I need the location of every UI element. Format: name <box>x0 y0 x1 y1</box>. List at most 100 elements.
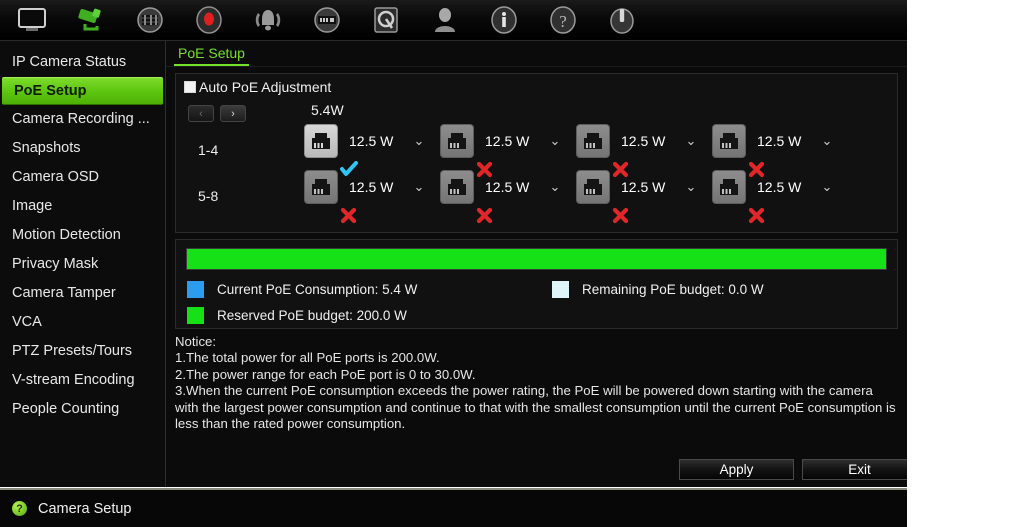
port-cell-5: 12.5 W ⌄ <box>304 170 440 224</box>
tab-poe-setup[interactable]: PoE Setup <box>174 45 249 66</box>
user-icon[interactable] <box>427 4 463 36</box>
port-power-value: 12.5 W <box>349 179 394 195</box>
sidebar-item-label: PoE Setup <box>14 83 87 99</box>
sidebar-item-label: Privacy Mask <box>12 256 99 272</box>
poe-port-configuration-section: Auto PoE Adjustment ‹ › 1-4 5-8 5.4W 12.… <box>175 73 898 233</box>
port-row-label-5-8: 5-8 <box>198 188 219 204</box>
sidebar-item-ptz-presets-tours[interactable]: PTZ Presets/Tours <box>0 337 165 366</box>
sidebar-item-poe-setup[interactable]: PoE Setup <box>2 77 163 105</box>
main-toolbar: ? <box>0 0 907 41</box>
port-cell-8: 12.5 W ⌄ <box>712 170 848 224</box>
notice-block: Notice: 1.The total power for all PoE po… <box>175 334 898 432</box>
port-jack-disconnected-icon[interactable] <box>440 124 493 178</box>
sidebar-item-label: People Counting <box>12 401 120 417</box>
port-row-1: 12.5 W ⌄ 12.5 W ⌄ 12.5 W ⌄ 12.5 W ⌄ <box>304 124 848 178</box>
sidebar-item-label: IP Camera Status <box>12 54 127 70</box>
notice-line-1: 1.The total power for all PoE ports is 2… <box>175 350 440 366</box>
sidebar-item-snapshots[interactable]: Snapshots <box>0 134 165 163</box>
chevron-down-icon[interactable]: ⌄ <box>821 180 833 193</box>
legend-label: Remaining PoE budget: 0.0 W <box>582 282 764 297</box>
sidebar-item-label: PTZ Presets/Tours <box>12 343 133 359</box>
sidebar-item-privacy-mask[interactable]: Privacy Mask <box>0 250 165 279</box>
action-button-bar: Apply Exit <box>166 459 917 481</box>
poe-setup-screen: ? IP Camera Status PoE Setup Camera Reco… <box>0 0 1023 527</box>
sidebar-item-label: V-stream Encoding <box>12 372 135 388</box>
port-jack-disconnected-icon[interactable] <box>712 124 765 178</box>
sidebar-item-camera-tamper[interactable]: Camera Tamper <box>0 279 165 308</box>
legend-swatch <box>551 280 570 299</box>
sidebar-item-label: Camera Recording ... <box>12 111 150 127</box>
prev-page-button[interactable]: ‹ <box>188 105 214 122</box>
record-icon[interactable] <box>191 4 227 36</box>
chevron-down-icon[interactable]: ⌄ <box>685 180 697 193</box>
help-icon[interactable]: ? <box>545 4 581 36</box>
port-jack-disconnected-icon[interactable] <box>304 170 357 224</box>
config-icon[interactable] <box>132 4 168 36</box>
chevron-down-icon[interactable]: ⌄ <box>413 180 425 193</box>
content-area: PoE Setup Auto PoE Adjustment ‹ › 1-4 5-… <box>166 41 917 487</box>
hdd-icon[interactable] <box>368 4 404 36</box>
port-cell-6: 12.5 W ⌄ <box>440 170 576 224</box>
sidebar-item-image[interactable]: Image <box>0 192 165 221</box>
port-jack-disconnected-icon[interactable] <box>712 170 765 224</box>
port-page-nav: ‹ › <box>188 105 246 122</box>
port-jack-disconnected-icon[interactable] <box>440 170 493 224</box>
camera-icon[interactable] <box>73 4 109 36</box>
sidebar-item-camera-recording[interactable]: Camera Recording ... <box>0 105 165 134</box>
legend-swatch <box>186 280 205 299</box>
monitor-icon[interactable] <box>14 4 50 36</box>
sidebar-item-label: Camera OSD <box>12 169 100 185</box>
sidebar-item-label: Camera Tamper <box>12 285 116 301</box>
notice-line-3: 3.When the current PoE consumption excee… <box>175 383 896 432</box>
notice-heading: Notice: <box>175 334 217 349</box>
poe-budget-bar-fill <box>187 249 886 269</box>
sidebar-item-label: Snapshots <box>12 140 81 156</box>
poe-budget-legend: Current PoE Consumption: 5.4 W Reserved … <box>186 280 887 328</box>
port-jack-disconnected-icon[interactable] <box>576 170 629 224</box>
svg-text:?: ? <box>559 12 567 31</box>
shutdown-icon[interactable] <box>604 4 640 36</box>
notice-line-2: 2.The power range for each PoE port is 0… <box>175 366 476 382</box>
auto-poe-adjustment-checkbox[interactable] <box>184 81 196 93</box>
sidebar-item-label: Image <box>12 198 53 214</box>
chevron-down-icon[interactable]: ⌄ <box>413 134 425 147</box>
port-row-2: 12.5 W ⌄ 12.5 W ⌄ 12.5 W ⌄ 12.5 W ⌄ <box>304 170 848 224</box>
port-power-value: 12.5 W <box>757 133 802 149</box>
port-power-value: 12.5 W <box>621 179 666 195</box>
chevron-down-icon[interactable]: ⌄ <box>821 134 833 147</box>
port-power-value: 12.5 W <box>621 133 666 149</box>
apply-button[interactable]: Apply <box>679 459 794 480</box>
port-row-label-1-4: 1-4 <box>198 142 219 158</box>
info-icon[interactable] <box>486 4 522 36</box>
sidebar-item-camera-osd[interactable]: Camera OSD <box>0 163 165 192</box>
network-icon[interactable] <box>309 4 345 36</box>
port-power-value: 12.5 W <box>349 133 394 149</box>
port-jack-disconnected-icon[interactable] <box>576 124 629 178</box>
sidebar-item-v-stream-encoding[interactable]: V-stream Encoding <box>0 366 165 395</box>
legend-label: Reserved PoE budget: 200.0 W <box>217 308 407 323</box>
status-bar: ? Camera Setup <box>0 488 907 527</box>
chevron-down-icon[interactable]: ⌄ <box>685 134 697 147</box>
sidebar-item-motion-detection[interactable]: Motion Detection <box>0 221 165 250</box>
auto-poe-adjustment-row: Auto PoE Adjustment <box>176 74 897 100</box>
legend-swatch <box>186 306 205 325</box>
total-power-label: 5.4W <box>311 102 344 118</box>
chevron-down-icon[interactable]: ⌄ <box>549 180 561 193</box>
sidebar-item-ip-camera-status[interactable]: IP Camera Status <box>0 48 165 77</box>
port-jack-connected-icon[interactable] <box>304 124 358 176</box>
port-cell-7: 12.5 W ⌄ <box>576 170 712 224</box>
port-power-value: 12.5 W <box>485 179 530 195</box>
camera-setup-sidebar: IP Camera Status PoE Setup Camera Record… <box>0 41 166 487</box>
exit-button[interactable]: Exit <box>802 459 917 480</box>
alarm-icon[interactable] <box>250 4 286 36</box>
help-circle-icon: ? <box>12 501 27 516</box>
sidebar-item-vca[interactable]: VCA <box>0 308 165 337</box>
sidebar-item-people-counting[interactable]: People Counting <box>0 395 165 424</box>
port-power-value: 12.5 W <box>485 133 530 149</box>
port-cell-3: 12.5 W ⌄ <box>576 124 712 178</box>
legend-item-current-consumption: Current PoE Consumption: 5.4 W <box>186 280 417 299</box>
chevron-down-icon[interactable]: ⌄ <box>549 134 561 147</box>
legend-item-remaining-budget: Remaining PoE budget: 0.0 W <box>551 280 764 299</box>
next-page-button[interactable]: › <box>220 105 246 122</box>
annotation-column: ① ② <box>907 0 1023 527</box>
